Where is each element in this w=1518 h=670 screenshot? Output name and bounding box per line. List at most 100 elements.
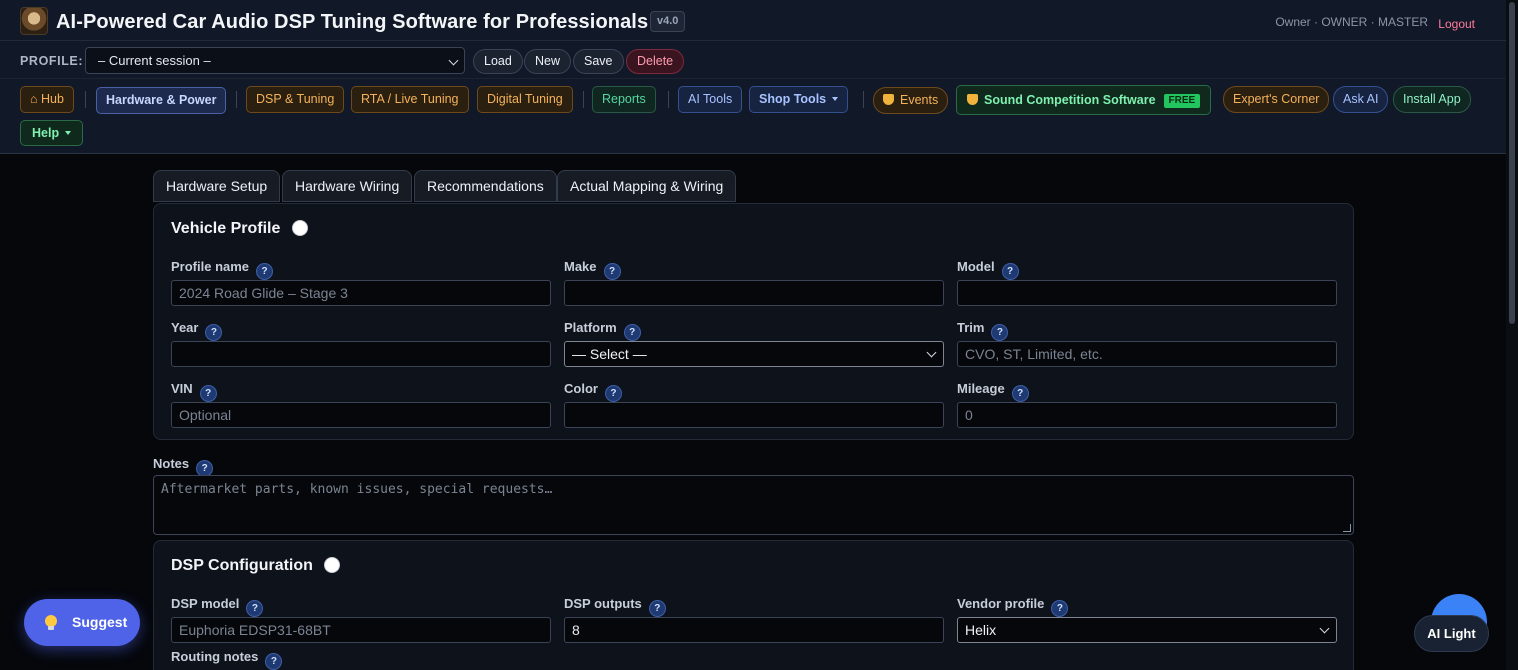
nav-events-label: Events xyxy=(900,93,939,107)
chevron-down-icon xyxy=(1319,623,1330,634)
nav-rta-live-tuning[interactable]: RTA / Live Tuning xyxy=(351,86,469,113)
nav-sound-competition[interactable]: Sound Competition Software FREE xyxy=(956,85,1212,115)
platform-select[interactable]: — Select — xyxy=(564,341,944,367)
vendor-profile-value: Helix xyxy=(965,622,997,638)
nav-hardware-power[interactable]: Hardware & Power xyxy=(96,87,227,114)
nav-experts-corner[interactable]: Expert's Corner xyxy=(1223,86,1330,113)
profile-name-input[interactable]: 2024 Road Glide – Stage 3 xyxy=(171,280,551,306)
vendor-profile-select[interactable]: Helix xyxy=(957,617,1337,643)
main-nav: ⌂ Hub Hardware & Power DSP & Tuning RTA … xyxy=(0,79,1506,154)
title-row: AI-Powered Car Audio DSP Tuning Software… xyxy=(0,0,1506,41)
help-icon[interactable]: ? xyxy=(648,600,666,617)
vehicle-profile-title: Vehicle Profile xyxy=(171,220,281,237)
tab-hardware-wiring[interactable]: Hardware Wiring xyxy=(282,170,413,202)
dsp-model-input[interactable]: Euphoria EDSP31-68BT xyxy=(171,617,551,643)
save-button[interactable]: Save xyxy=(573,49,624,74)
chevron-down-icon xyxy=(926,347,937,358)
chevron-down-icon xyxy=(448,55,459,66)
vehicle-profile-card: Vehicle Profile Profile name? 2024 Road … xyxy=(153,203,1354,440)
delete-button[interactable]: Delete xyxy=(626,49,685,74)
help-icon[interactable]: ? xyxy=(1011,385,1029,402)
model-input[interactable] xyxy=(957,280,1337,306)
trophy-icon xyxy=(883,94,894,105)
help-icon[interactable]: ? xyxy=(623,324,641,341)
vin-label: VIN? xyxy=(171,381,217,402)
color-input[interactable] xyxy=(564,402,944,428)
section-toggle-radio[interactable] xyxy=(292,220,308,236)
lightbulb-icon xyxy=(45,615,57,630)
nav-sound-competition-label: Sound Competition Software xyxy=(984,93,1156,107)
top-bar: AI-Powered Car Audio DSP Tuning Software… xyxy=(0,0,1518,154)
trim-label: Trim? xyxy=(957,320,1009,341)
trim-input[interactable]: CVO, ST, Limited, etc. xyxy=(957,341,1337,367)
version-badge: v4.0 xyxy=(650,11,686,32)
nav-ask-ai[interactable]: Ask AI xyxy=(1333,86,1389,113)
help-icon[interactable]: ? xyxy=(199,385,217,402)
load-button[interactable]: Load xyxy=(473,49,523,74)
dsp-config-title: DSP Configuration xyxy=(171,557,313,574)
resize-grip-icon[interactable] xyxy=(1343,524,1351,532)
tab-hardware-setup[interactable]: Hardware Setup xyxy=(153,170,281,202)
profile-name-label: Profile name? xyxy=(171,259,274,280)
suggest-label: Suggest xyxy=(72,614,128,630)
help-icon[interactable]: ? xyxy=(205,324,223,341)
nav-help-label: Help xyxy=(32,126,60,140)
vendor-profile-label: Vendor profile? xyxy=(957,596,1069,617)
year-input[interactable] xyxy=(171,341,551,367)
nav-events[interactable]: Events xyxy=(873,87,949,114)
profile-select[interactable]: – Current session – xyxy=(85,47,465,74)
mileage-label: Mileage? xyxy=(957,381,1029,402)
nav-reports[interactable]: Reports xyxy=(592,86,656,113)
tab-recommendations[interactable]: Recommendations xyxy=(414,170,557,202)
tab-actual-mapping-wiring[interactable]: Actual Mapping & Wiring xyxy=(557,170,737,202)
dsp-outputs-label: DSP outputs? xyxy=(564,596,666,617)
color-label: Color? xyxy=(564,381,622,402)
app-title: AI-Powered Car Audio DSP Tuning Software… xyxy=(56,11,649,33)
free-badge: FREE xyxy=(1163,94,1201,108)
help-icon[interactable]: ? xyxy=(256,263,274,280)
scrollbar-thumb[interactable] xyxy=(1509,2,1515,324)
mileage-input[interactable]: 0 xyxy=(957,402,1337,428)
help-icon[interactable]: ? xyxy=(604,385,622,402)
suggest-button[interactable]: Suggest xyxy=(24,599,140,646)
nav-help[interactable]: Help xyxy=(20,120,84,146)
caret-down-icon xyxy=(832,97,839,101)
app-logo xyxy=(20,7,48,35)
year-label: Year? xyxy=(171,320,223,341)
nav-dsp-tuning[interactable]: DSP & Tuning xyxy=(246,86,345,113)
notes-label: Notes? xyxy=(153,456,214,477)
page-scrollbar[interactable] xyxy=(1506,0,1518,670)
nav-divider xyxy=(236,91,237,108)
nav-install-app[interactable]: Install App xyxy=(1393,86,1471,113)
profile-label: PROFILE: xyxy=(20,54,84,68)
dsp-outputs-input[interactable]: 8 xyxy=(564,617,944,643)
nav-shop-tools-label: Shop Tools xyxy=(759,92,827,106)
new-button[interactable]: New xyxy=(524,49,572,74)
nav-hub[interactable]: ⌂ Hub xyxy=(20,86,74,113)
section-toggle-radio[interactable] xyxy=(324,557,340,573)
nav-ai-tools[interactable]: AI Tools xyxy=(678,86,743,113)
notes-placeholder: Aftermarket parts, known issues, special… xyxy=(161,482,553,497)
help-icon[interactable]: ? xyxy=(265,653,283,670)
help-icon[interactable]: ? xyxy=(603,263,621,280)
help-icon[interactable]: ? xyxy=(1051,600,1069,617)
notes-textarea[interactable]: Aftermarket parts, known issues, special… xyxy=(153,475,1354,535)
help-icon[interactable]: ? xyxy=(1001,263,1019,280)
trophy-icon xyxy=(967,94,978,105)
platform-select-value: — Select — xyxy=(572,346,647,362)
user-info: Owner · OWNER · MASTER xyxy=(1275,15,1428,29)
nav-divider xyxy=(583,91,584,108)
logout-link[interactable]: Logout xyxy=(1438,17,1475,31)
nav-divider xyxy=(668,91,669,108)
ai-light-button[interactable]: AI Light xyxy=(1414,615,1489,652)
make-input[interactable] xyxy=(564,280,944,306)
help-icon[interactable]: ? xyxy=(246,600,264,617)
platform-label: Platform? xyxy=(564,320,641,341)
help-icon[interactable]: ? xyxy=(991,324,1009,341)
model-label: Model? xyxy=(957,259,1019,280)
nav-shop-tools[interactable]: Shop Tools xyxy=(749,86,849,113)
routing-notes-label: Routing notes? xyxy=(171,649,283,670)
make-label: Make? xyxy=(564,259,621,280)
nav-digital-tuning[interactable]: Digital Tuning xyxy=(477,86,573,113)
vin-input[interactable]: Optional xyxy=(171,402,551,428)
